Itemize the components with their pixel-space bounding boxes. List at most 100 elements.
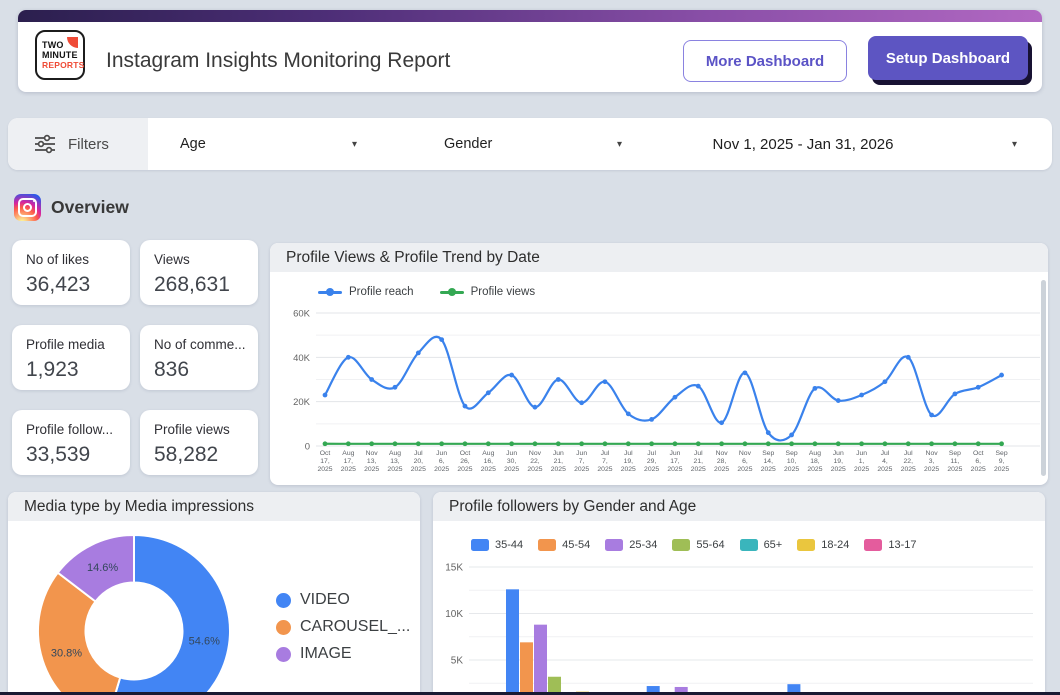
age-caret-icon[interactable]: ▾ xyxy=(352,118,357,170)
kpi-card: Profile media 1,923 xyxy=(12,325,130,390)
legend-marker xyxy=(276,620,291,635)
donut-chart-body: 54.6%30.8%14.6% VIDEOCAROUSEL_...IMAGE xyxy=(8,521,420,695)
header: TWO MINUTE REPORTS Instagram Insights Mo… xyxy=(18,10,1042,92)
svg-text:Jun21,2025: Jun21,2025 xyxy=(551,450,566,473)
legend-marker xyxy=(672,539,690,551)
kpi-card: No of comme... 836 xyxy=(140,325,258,390)
bar-chart-body: 35-4445-5425-3455-6465+18-2413-17 5K10K1… xyxy=(433,521,1045,695)
line-chart-legend: Profile reach Profile views xyxy=(318,286,535,298)
bar-chart-card: Profile followers by Gender and Age 35-4… xyxy=(433,492,1045,695)
svg-text:Jul4,2025: Jul4,2025 xyxy=(877,450,892,473)
kpi-card: Views 268,631 xyxy=(140,240,258,305)
kpi-label: No of likes xyxy=(26,252,130,267)
svg-text:Nov6,2025: Nov6,2025 xyxy=(737,450,752,473)
kpi-value: 1,923 xyxy=(26,358,130,382)
svg-text:Jul22,2025: Jul22,2025 xyxy=(901,450,916,473)
kpi-card: No of likes36,423 xyxy=(12,240,130,305)
svg-text:Jun7,2025: Jun7,2025 xyxy=(574,450,589,473)
donut-slice-label: 30.8% xyxy=(51,647,82,659)
legend-item: CAROUSEL_... xyxy=(276,618,410,636)
svg-text:Aug18,2025: Aug18,2025 xyxy=(807,450,822,473)
kpi-label: Views xyxy=(154,252,258,267)
legend-marker xyxy=(471,539,489,551)
svg-text:Nov28,2025: Nov28,2025 xyxy=(714,450,729,473)
overview-section-header: Overview xyxy=(14,192,129,222)
bar-chart-title: Profile followers by Gender and Age xyxy=(433,492,1045,521)
svg-text:Jun19,2025: Jun19,2025 xyxy=(831,450,846,473)
legend-label: CAROUSEL_... xyxy=(300,618,410,636)
donut-slice-label: 54.6% xyxy=(189,636,220,648)
svg-text:Jul19,2025: Jul19,2025 xyxy=(621,450,636,473)
legend-label: 55-64 xyxy=(696,539,724,551)
kpi-label: No of comme... xyxy=(154,337,258,352)
kpi-label: Profile follow... xyxy=(26,422,130,437)
legend-label: Profile reach xyxy=(349,286,414,298)
svg-text:Jun17,2025: Jun17,2025 xyxy=(667,450,682,473)
legend-marker xyxy=(318,291,342,294)
svg-text:Jul29,2025: Jul29,2025 xyxy=(644,450,659,473)
gender-caret-icon[interactable]: ▾ xyxy=(617,118,622,170)
gender-filter-dropdown[interactable]: Gender xyxy=(444,118,492,170)
svg-text:Jul20,2025: Jul20,2025 xyxy=(411,450,426,473)
filters-label: Filters xyxy=(68,136,109,153)
svg-text:Oct6,2025: Oct6,2025 xyxy=(971,450,986,473)
filters-toggle[interactable]: Filters xyxy=(8,118,148,170)
legend-item: 45-54 xyxy=(538,539,590,551)
kpi-value: 836 xyxy=(154,358,258,382)
svg-text:10K: 10K xyxy=(445,609,463,620)
svg-text:Jun30,2025: Jun30,2025 xyxy=(504,450,519,473)
age-filter-dropdown[interactable]: Age xyxy=(180,118,206,170)
donut-chart-card: Media type by Media impressions 54.6% 30.… xyxy=(8,492,420,695)
logo-corner-shape xyxy=(67,37,78,48)
kpi-card: Profile follow... 33,539 xyxy=(12,410,130,475)
svg-text:Aug16,2025: Aug16,2025 xyxy=(481,450,496,473)
legend-label: 25-34 xyxy=(629,539,657,551)
legend-marker xyxy=(605,539,623,551)
page-title: Instagram Insights Monitoring Report xyxy=(106,34,450,88)
kpi-value: 268,631 xyxy=(154,273,258,297)
date-range-caret-icon[interactable]: ▾ xyxy=(1012,118,1017,170)
setup-dashboard-button[interactable]: Setup Dashboard xyxy=(868,36,1028,80)
date-range-dropdown[interactable]: Nov 1, 2025 - Jan 31, 2026 xyxy=(663,118,943,170)
legend-item: VIDEO xyxy=(276,591,410,609)
line-series-profile-reach xyxy=(323,337,1004,441)
svg-text:Sep10,2025: Sep10,2025 xyxy=(784,450,799,473)
svg-text:Sep14,2025: Sep14,2025 xyxy=(761,450,776,473)
svg-text:60K: 60K xyxy=(293,309,311,320)
line-series-profile-views xyxy=(323,441,1004,446)
legend-marker xyxy=(276,647,291,662)
legend-label: IMAGE xyxy=(300,645,352,663)
svg-text:Sep9,2025: Sep9,2025 xyxy=(994,450,1009,473)
chart-scrollbar[interactable] xyxy=(1041,280,1046,476)
donut-chart-title: Media type by Media impressions xyxy=(8,492,420,521)
logo-line1: TWO xyxy=(42,40,64,50)
svg-text:Jul21,2025: Jul21,2025 xyxy=(691,450,706,473)
filter-bar: Filters Age ▾ Gender ▾ Nov 1, 2025 - Jan… xyxy=(8,118,1052,170)
svg-text:Oct17,2025: Oct17,2025 xyxy=(317,450,332,473)
line-chart-card: Profile Views & Profile Trend by Date Pr… xyxy=(270,243,1048,485)
kpi-value: 33,539 xyxy=(26,443,130,467)
legend-item: 55-64 xyxy=(672,539,724,551)
kpi-label: Profile views xyxy=(154,422,258,437)
legend-marker xyxy=(538,539,556,551)
kpi-value: 58,282 xyxy=(154,443,258,467)
bar-chart-grid: 5K10K15K xyxy=(445,563,1033,684)
line-chart-grid: 020K40K60K xyxy=(293,309,1040,453)
svg-text:Jun6,2025: Jun6,2025 xyxy=(434,450,449,473)
legend-item: 13-17 xyxy=(864,539,916,551)
legend-label: 13-17 xyxy=(888,539,916,551)
svg-text:Sep11,2025: Sep11,2025 xyxy=(947,450,962,473)
svg-text:Oct26,2025: Oct26,2025 xyxy=(457,450,472,473)
legend-item: Profile views xyxy=(440,286,536,298)
legend-item: IMAGE xyxy=(276,645,410,663)
legend-label: 35-44 xyxy=(495,539,523,551)
legend-label: Profile views xyxy=(471,286,536,298)
legend-item: 65+ xyxy=(740,539,783,551)
svg-text:0: 0 xyxy=(305,442,310,453)
svg-text:40K: 40K xyxy=(293,353,311,364)
more-dashboard-button[interactable]: More Dashboard xyxy=(683,40,847,82)
svg-text:Aug13,2025: Aug13,2025 xyxy=(387,450,402,473)
header-gradient-bar xyxy=(18,10,1042,22)
kpi-label: Profile media xyxy=(26,337,130,352)
filters-sliders-icon xyxy=(34,134,56,154)
